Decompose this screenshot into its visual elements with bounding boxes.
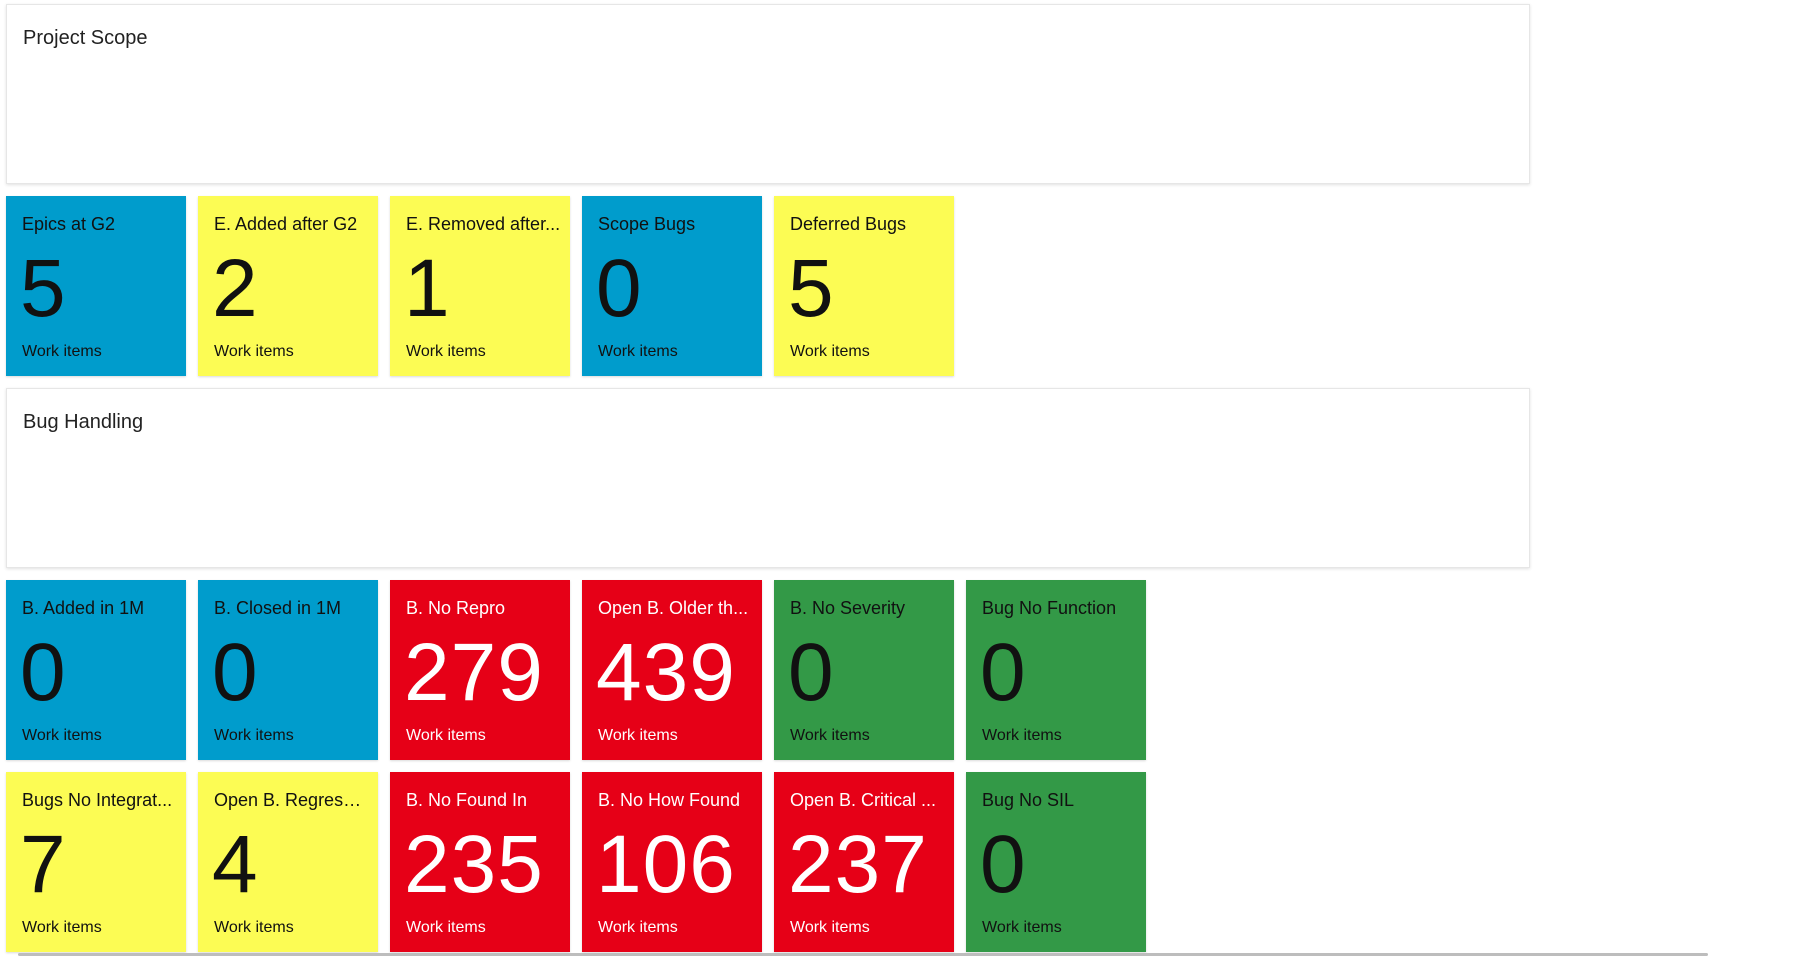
tile-title: Open B. Critical ... [790,790,937,810]
tile-bugs-no-severity[interactable]: B. No Severity 0 Work items [774,580,954,760]
tile-subtitle: Work items [790,343,870,360]
tile-count: 0 [596,243,643,334]
section-title-project-scope: Project Scope [23,27,148,49]
scope-tiles-row: Epics at G2 5 Work items E. Added after … [6,196,954,376]
tile-title: B. No Repro [406,598,506,618]
tile-count: 237 [788,819,928,910]
tile-title: Epics at G2 [22,214,116,234]
tile-subtitle: Work items [406,727,486,744]
tile-subtitle: Work items [982,919,1062,936]
tile-count: 4 [212,819,259,910]
tile-open-bugs-older[interactable]: Open B. Older th... 439 Work items [582,580,762,760]
tile-title: Open B. Older th... [598,598,749,618]
tile-bugs-added-1m[interactable]: B. Added in 1M 0 Work items [6,580,186,760]
tile-bug-no-sil[interactable]: Bug No SIL 0 Work items [966,772,1146,952]
tile-title: B. Added in 1M [22,598,145,618]
tile-count: 235 [404,819,544,910]
tile-subtitle: Work items [790,727,870,744]
tile-title: Bug No Function [982,598,1117,618]
tile-epics-added-after-g2[interactable]: E. Added after G2 2 Work items [198,196,378,376]
tile-title: B. No Found In [406,790,528,810]
tile-subtitle: Work items [598,919,678,936]
tile-deferred-bugs[interactable]: Deferred Bugs 5 Work items [774,196,954,376]
tile-title: Bug No SIL [982,790,1075,810]
bug-tiles-row-1: B. Added in 1M 0 Work items B. Closed in… [6,580,1146,760]
tile-title: B. Closed in 1M [214,598,342,618]
bug-tiles-row-2: Bugs No Integrat... 7 Work items Open B.… [6,772,1146,952]
tile-bugs-no-how-found[interactable]: B. No How Found 106 Work items [582,772,762,952]
tile-subtitle: Work items [598,727,678,744]
tile-count: 7 [20,819,67,910]
tile-count: 5 [788,243,835,334]
tile-count: 439 [596,627,736,718]
tile-count: 0 [20,627,67,718]
tile-count: 2 [212,243,259,334]
tile-subtitle: Work items [22,919,102,936]
tile-count: 1 [404,243,451,334]
project-scope-section: Project Scope [6,4,1530,184]
tile-count: 0 [980,819,1027,910]
tile-open-bugs-critical[interactable]: Open B. Critical ... 237 Work items [774,772,954,952]
tile-bugs-no-found-in[interactable]: B. No Found In 235 Work items [390,772,570,952]
tile-count: 0 [212,627,259,718]
tile-bugs-closed-1m[interactable]: B. Closed in 1M 0 Work items [198,580,378,760]
tile-subtitle: Work items [214,919,294,936]
tile-title: B. No Severity [790,598,906,618]
tile-open-bugs-regression[interactable]: Open B. Regressi... 4 Work items [198,772,378,952]
tile-scope-bugs[interactable]: Scope Bugs 0 Work items [582,196,762,376]
tile-count: 5 [20,243,67,334]
tile-epics-removed-after[interactable]: E. Removed after... 1 Work items [390,196,570,376]
section-title-bug-handling: Bug Handling [23,411,144,433]
tile-count: 106 [596,819,736,910]
tile-title: Open B. Regressi... [214,790,370,810]
tile-subtitle: Work items [22,727,102,744]
tile-subtitle: Work items [406,343,486,360]
tile-title: Deferred Bugs [790,214,907,234]
dashboard: Project Scope Epics at G2 5 Work items E… [0,0,1805,956]
tile-subtitle: Work items [214,727,294,744]
tile-bug-no-function[interactable]: Bug No Function 0 Work items [966,580,1146,760]
tile-count: 0 [980,627,1027,718]
tile-title: B. No How Found [598,790,741,810]
tile-subtitle: Work items [982,727,1062,744]
tile-subtitle: Work items [22,343,102,360]
tile-title: Bugs No Integrat... [22,790,173,810]
tile-title: E. Added after G2 [214,214,358,234]
tile-title: E. Removed after... [406,214,561,234]
tile-subtitle: Work items [214,343,294,360]
tile-count: 279 [404,627,544,718]
tile-epics-at-g2[interactable]: Epics at G2 5 Work items [6,196,186,376]
bug-handling-section: Bug Handling [6,388,1530,568]
tile-count: 0 [788,627,835,718]
tile-bugs-no-integration[interactable]: Bugs No Integrat... 7 Work items [6,772,186,952]
tile-subtitle: Work items [598,343,678,360]
tile-title: Scope Bugs [598,214,696,234]
tile-subtitle: Work items [790,919,870,936]
tile-subtitle: Work items [406,919,486,936]
tile-bugs-no-repro[interactable]: B. No Repro 279 Work items [390,580,570,760]
